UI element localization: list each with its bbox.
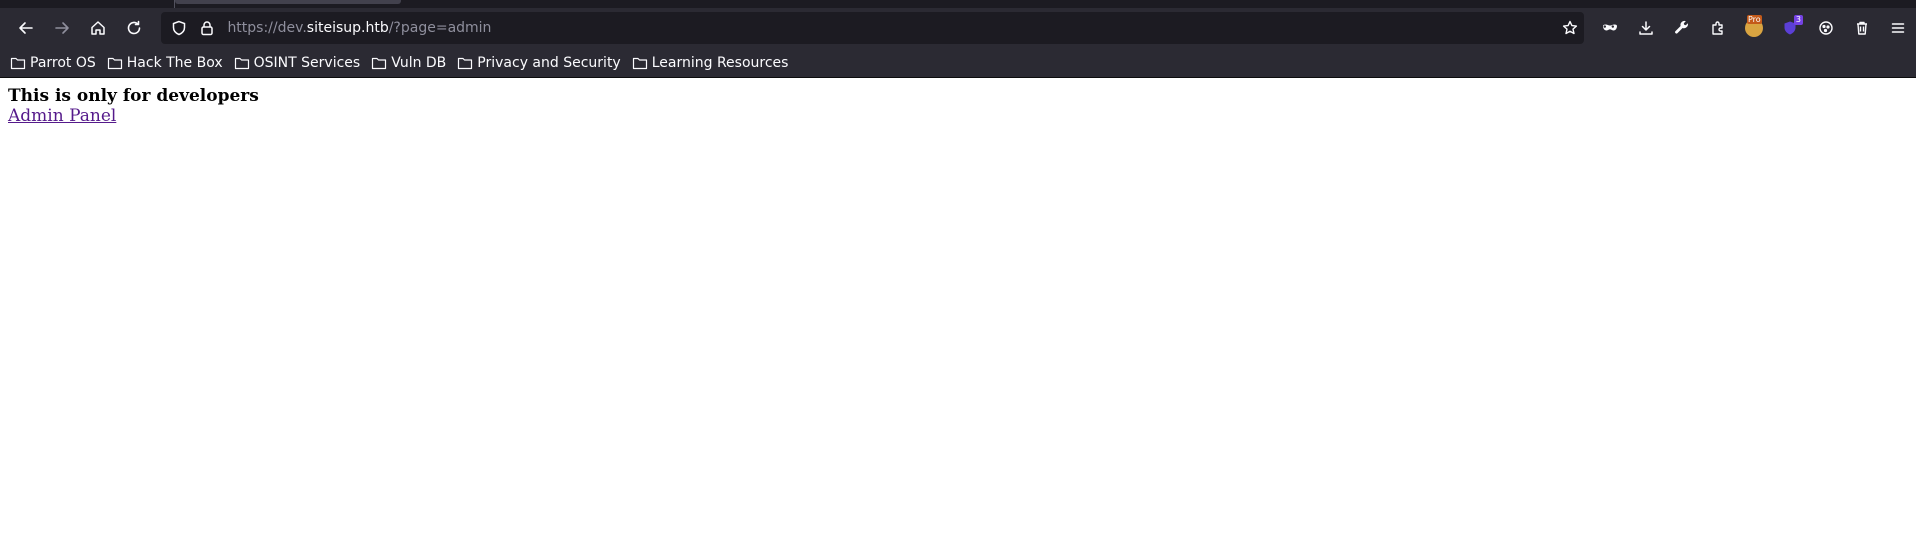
bookmark-folder-osint-services[interactable]: OSINT Services: [234, 54, 361, 71]
page-content: This is only for developers Admin Panel: [0, 78, 1916, 134]
bookmark-label: Hack The Box: [126, 54, 223, 71]
downloads-button[interactable]: [1628, 12, 1664, 44]
bookmark-folder-hack-the-box[interactable]: Hack The Box: [107, 55, 223, 71]
pro-extension-button[interactable]: Pro: [1736, 12, 1772, 44]
tracking-protection-shield-icon[interactable]: [171, 20, 187, 36]
home-button[interactable]: [80, 12, 116, 44]
bookmark-label: Vuln DB: [391, 54, 447, 71]
bookmarks-toolbar: Parrot OS Hack The Box OSINT Services Vu…: [0, 48, 1916, 78]
arrow-left-icon: [19, 22, 33, 34]
address-bar[interactable]: https://dev.siteisup.htb/?page=admin: [161, 12, 1584, 44]
bookmark-label: Parrot OS: [30, 54, 96, 71]
reload-icon: [127, 20, 140, 35]
browser-chrome: https://dev.siteisup.htb/?page=admin Pro: [0, 0, 1916, 78]
url-host: siteisup.htb: [306, 20, 389, 36]
url-text[interactable]: https://dev.siteisup.htb/?page=admin: [227, 20, 491, 36]
wrench-icon: [1675, 20, 1688, 34]
bookmark-folder-vuln-db[interactable]: Vuln DB: [371, 55, 446, 71]
folder-icon: [372, 57, 387, 69]
reload-button[interactable]: [116, 12, 152, 44]
bookmark-label: Privacy and Security: [477, 54, 621, 71]
url-path: /?page=admin: [388, 20, 492, 36]
admin-panel-link[interactable]: Admin Panel: [8, 106, 116, 126]
bookmark-folder-learning-resources[interactable]: Learning Resources: [632, 54, 789, 71]
private-browsing-button[interactable]: [1592, 12, 1628, 44]
hamburger-menu-icon: [1891, 23, 1905, 33]
container-extension-button[interactable]: [1844, 12, 1880, 44]
toolbar-actions: Pro 3: [1592, 12, 1916, 44]
download-icon: [1639, 21, 1653, 35]
shield-extension-button[interactable]: 3: [1772, 12, 1808, 44]
page-heading: This is only for developers: [8, 86, 259, 106]
cookie-extension-button[interactable]: [1808, 12, 1844, 44]
pro-extension-icon: Pro: [1744, 15, 1763, 37]
home-icon: [90, 21, 105, 35]
developer-tools-button[interactable]: [1664, 12, 1700, 44]
active-tab[interactable]: [175, 0, 401, 4]
lock-icon[interactable]: [199, 20, 215, 36]
folder-icon: [632, 57, 647, 69]
bookmark-star-icon[interactable]: [1562, 20, 1578, 36]
tab-strip: [0, 0, 1916, 8]
forward-button[interactable]: [44, 12, 80, 44]
folder-icon: [234, 57, 249, 69]
folder-icon: [10, 57, 26, 69]
bookmark-folder-parrot-os[interactable]: Parrot OS: [10, 55, 96, 71]
folder-icon: [107, 57, 122, 69]
extension-badge: 3: [1793, 15, 1803, 25]
bookmark-folder-privacy-and-security[interactable]: Privacy and Security: [457, 54, 621, 71]
puzzle-icon: [1712, 21, 1723, 35]
cookie-icon: [1819, 21, 1833, 35]
trash-icon: [1856, 21, 1867, 35]
bookmark-label: Learning Resources: [651, 54, 789, 71]
navigation-toolbar: https://dev.siteisup.htb/?page=admin Pro: [0, 8, 1916, 48]
back-button[interactable]: [8, 12, 44, 44]
url-prefix: https://dev.: [227, 20, 307, 36]
arrow-right-icon: [54, 22, 69, 34]
app-menu-button[interactable]: [1880, 12, 1916, 44]
mask-icon: [1602, 24, 1617, 31]
bookmark-label: OSINT Services: [253, 54, 361, 71]
pro-extension-label: Pro: [1746, 15, 1762, 24]
folder-icon: [458, 57, 473, 69]
extensions-button[interactable]: [1700, 12, 1736, 44]
